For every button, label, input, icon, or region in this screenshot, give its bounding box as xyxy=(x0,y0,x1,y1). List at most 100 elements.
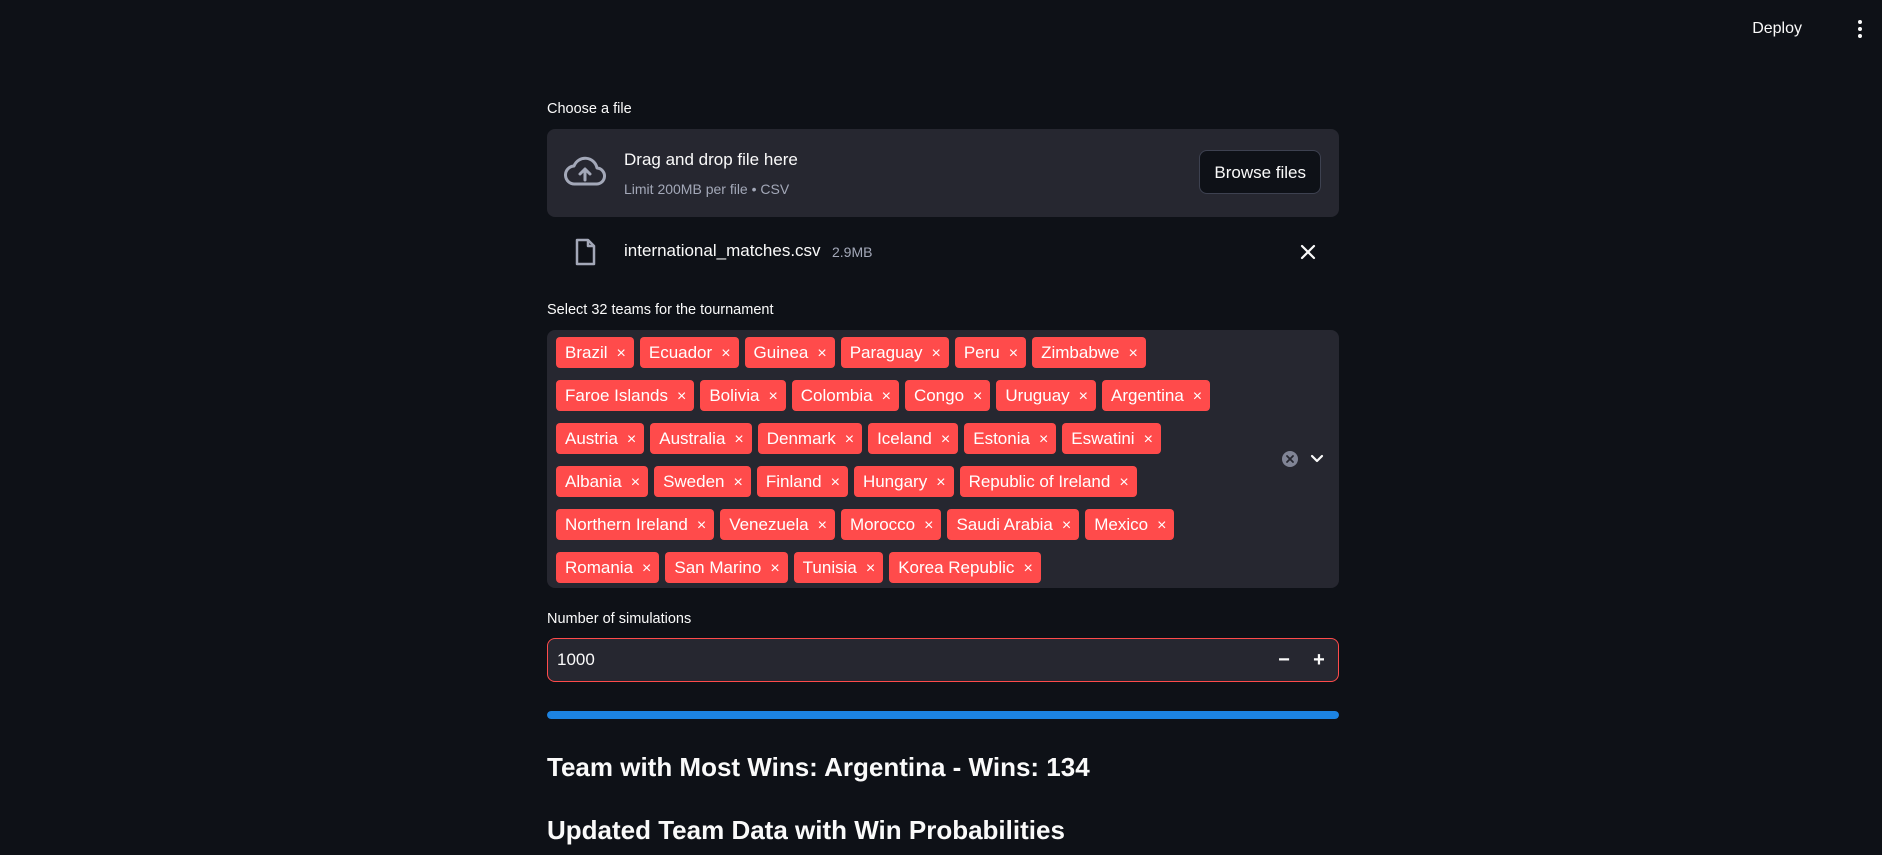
team-chip: Argentina × xyxy=(1102,380,1211,412)
team-chip-label: Colombia xyxy=(800,386,873,405)
remove-team-close-icon[interactable]: × xyxy=(831,467,840,498)
remove-team-close-icon[interactable]: × xyxy=(882,381,891,412)
remove-team-close-icon[interactable]: × xyxy=(818,510,827,541)
team-chip-label: Faroe Islands xyxy=(565,386,668,405)
remove-file-close-icon[interactable] xyxy=(1299,243,1317,261)
remove-team-close-icon[interactable]: × xyxy=(1062,510,1071,541)
team-chip-label: Peru xyxy=(963,343,1000,362)
uploaded-file-item: international_matches.csv 2.9MB xyxy=(547,232,1339,272)
remove-team-close-icon[interactable]: × xyxy=(1129,338,1138,369)
simulations-label: Number of simulations xyxy=(547,611,692,627)
remove-team-close-icon[interactable]: × xyxy=(1079,381,1088,412)
team-chip: Venezuela × xyxy=(720,509,835,540)
team-chip-label: Paraguay xyxy=(849,343,923,362)
team-chip-label: Bolivia xyxy=(709,386,760,405)
remove-team-close-icon[interactable]: × xyxy=(1119,467,1128,498)
uploaded-file-size: 2.9MB xyxy=(832,244,873,260)
remove-team-close-icon[interactable]: × xyxy=(1144,424,1153,455)
team-chip: Northern Ireland × xyxy=(556,509,715,541)
team-chip: Paraguay × xyxy=(840,337,949,369)
file-dropzone[interactable]: Drag and drop file here Limit 200MB per … xyxy=(547,129,1339,217)
remove-team-close-icon[interactable]: × xyxy=(734,424,743,455)
simulations-value-field[interactable]: 1000 xyxy=(557,650,595,670)
team-chip: Romania × xyxy=(556,552,660,584)
chip-row: Albania × Sweden × Finland × Hungary × Republic … xyxy=(556,466,1276,509)
team-chip: Colombia × xyxy=(791,380,899,412)
team-chip-label: Austria xyxy=(565,429,618,448)
remove-team-close-icon[interactable]: × xyxy=(973,381,982,412)
remove-team-close-icon[interactable]: × xyxy=(768,381,777,412)
team-chip-label: Korea Republic xyxy=(898,558,1015,577)
team-chip: Tunisia × xyxy=(793,552,884,584)
decrement-button[interactable]: − xyxy=(1270,647,1298,673)
team-chip-label: Finland xyxy=(765,472,822,491)
team-chip: Iceland × xyxy=(868,423,959,455)
team-chip: Australia × xyxy=(650,423,752,455)
team-chip-label: Venezuela xyxy=(729,515,809,534)
team-chip: Ecuador × xyxy=(639,337,739,369)
clear-all-icon[interactable] xyxy=(1281,450,1299,468)
team-data-heading: Updated Team Data with Win Probabilities xyxy=(547,815,1065,845)
remove-team-close-icon[interactable]: × xyxy=(817,338,826,369)
remove-team-close-icon[interactable]: × xyxy=(1157,510,1166,541)
remove-team-close-icon[interactable]: × xyxy=(1023,553,1032,584)
remove-team-close-icon[interactable]: × xyxy=(936,467,945,498)
dropzone-limit-text: Limit 200MB per file • CSV xyxy=(624,181,790,197)
team-chip-label: Mexico xyxy=(1094,515,1149,534)
remove-team-close-icon[interactable]: × xyxy=(734,467,743,498)
remove-team-close-icon[interactable]: × xyxy=(845,424,854,455)
remove-team-close-icon[interactable]: × xyxy=(642,553,651,584)
team-chip-label: Ecuador xyxy=(648,343,713,362)
team-chip-label: Hungary xyxy=(862,472,928,491)
chip-row: Brazil × Ecuador × Guinea × Paraguay × Peru × Zimb… xyxy=(556,337,1276,380)
team-chip-label: Saudi Arabia xyxy=(956,515,1053,534)
team-chip: San Marino × xyxy=(665,552,788,584)
remove-team-close-icon[interactable]: × xyxy=(721,338,730,369)
remove-team-close-icon[interactable]: × xyxy=(924,510,933,541)
file-icon xyxy=(574,238,596,266)
remove-team-close-icon[interactable]: × xyxy=(941,424,950,455)
remove-team-close-icon[interactable]: × xyxy=(1039,424,1048,455)
team-chip-label: Guinea xyxy=(753,343,809,362)
teams-select-label: Select 32 teams for the tournament xyxy=(547,302,774,318)
team-chip-label: Zimbabwe xyxy=(1041,343,1120,362)
team-chip-label: Tunisia xyxy=(802,558,857,577)
app-header: Deploy xyxy=(0,0,1882,58)
selected-teams-chips: Brazil × Ecuador × Guinea × Paraguay × Peru × Zimb… xyxy=(556,337,1276,595)
remove-team-close-icon[interactable]: × xyxy=(1193,381,1202,412)
teams-multiselect[interactable]: Brazil × Ecuador × Guinea × Paraguay × Peru × Zimb… xyxy=(547,330,1339,588)
deploy-button[interactable]: Deploy xyxy=(1744,16,1810,42)
team-chip: Sweden × xyxy=(654,466,751,497)
remove-team-close-icon[interactable]: × xyxy=(677,381,686,412)
remove-team-close-icon[interactable]: × xyxy=(866,553,875,584)
team-chip-label: Australia xyxy=(659,429,726,448)
team-chip-label: Argentina xyxy=(1111,386,1184,405)
chip-row: Austria × Australia × Denmark × Iceland × Estoni… xyxy=(556,423,1276,466)
chip-row: Northern Ireland × Venezuela × Morocco × Saudi… xyxy=(556,509,1276,552)
main-menu-icon[interactable] xyxy=(1852,18,1868,40)
team-chip: Hungary × xyxy=(853,466,954,498)
remove-team-close-icon[interactable]: × xyxy=(697,510,706,541)
simulations-number-input[interactable]: 1000 − + xyxy=(547,638,1339,682)
remove-team-close-icon[interactable]: × xyxy=(631,467,640,498)
team-chip: Morocco × xyxy=(840,509,942,541)
team-chip-label: Eswatini xyxy=(1071,429,1135,448)
team-chip: Eswatini × xyxy=(1062,423,1161,454)
chevron-down-icon[interactable] xyxy=(1309,452,1325,466)
remove-team-close-icon[interactable]: × xyxy=(931,338,940,369)
uploaded-file-name: international_matches.csv xyxy=(624,241,821,260)
team-chip-label: Albania xyxy=(565,472,622,491)
team-chip: Albania × xyxy=(556,466,649,498)
team-chip: Korea Republic × xyxy=(889,552,1041,583)
remove-team-close-icon[interactable]: × xyxy=(770,553,779,584)
increment-button[interactable]: + xyxy=(1305,647,1333,673)
remove-team-close-icon[interactable]: × xyxy=(617,338,626,369)
browse-files-button[interactable]: Browse files xyxy=(1199,150,1321,194)
team-chip: Mexico × xyxy=(1085,509,1175,541)
chip-row: Romania × San Marino × Tunisia × Korea Republi… xyxy=(556,552,1276,595)
remove-team-close-icon[interactable]: × xyxy=(627,424,636,455)
team-chip: Saudi Arabia × xyxy=(947,509,1080,541)
team-chip-label: Republic of Ireland xyxy=(968,472,1111,491)
team-chip: Austria × xyxy=(556,423,645,455)
remove-team-close-icon[interactable]: × xyxy=(1009,338,1018,369)
